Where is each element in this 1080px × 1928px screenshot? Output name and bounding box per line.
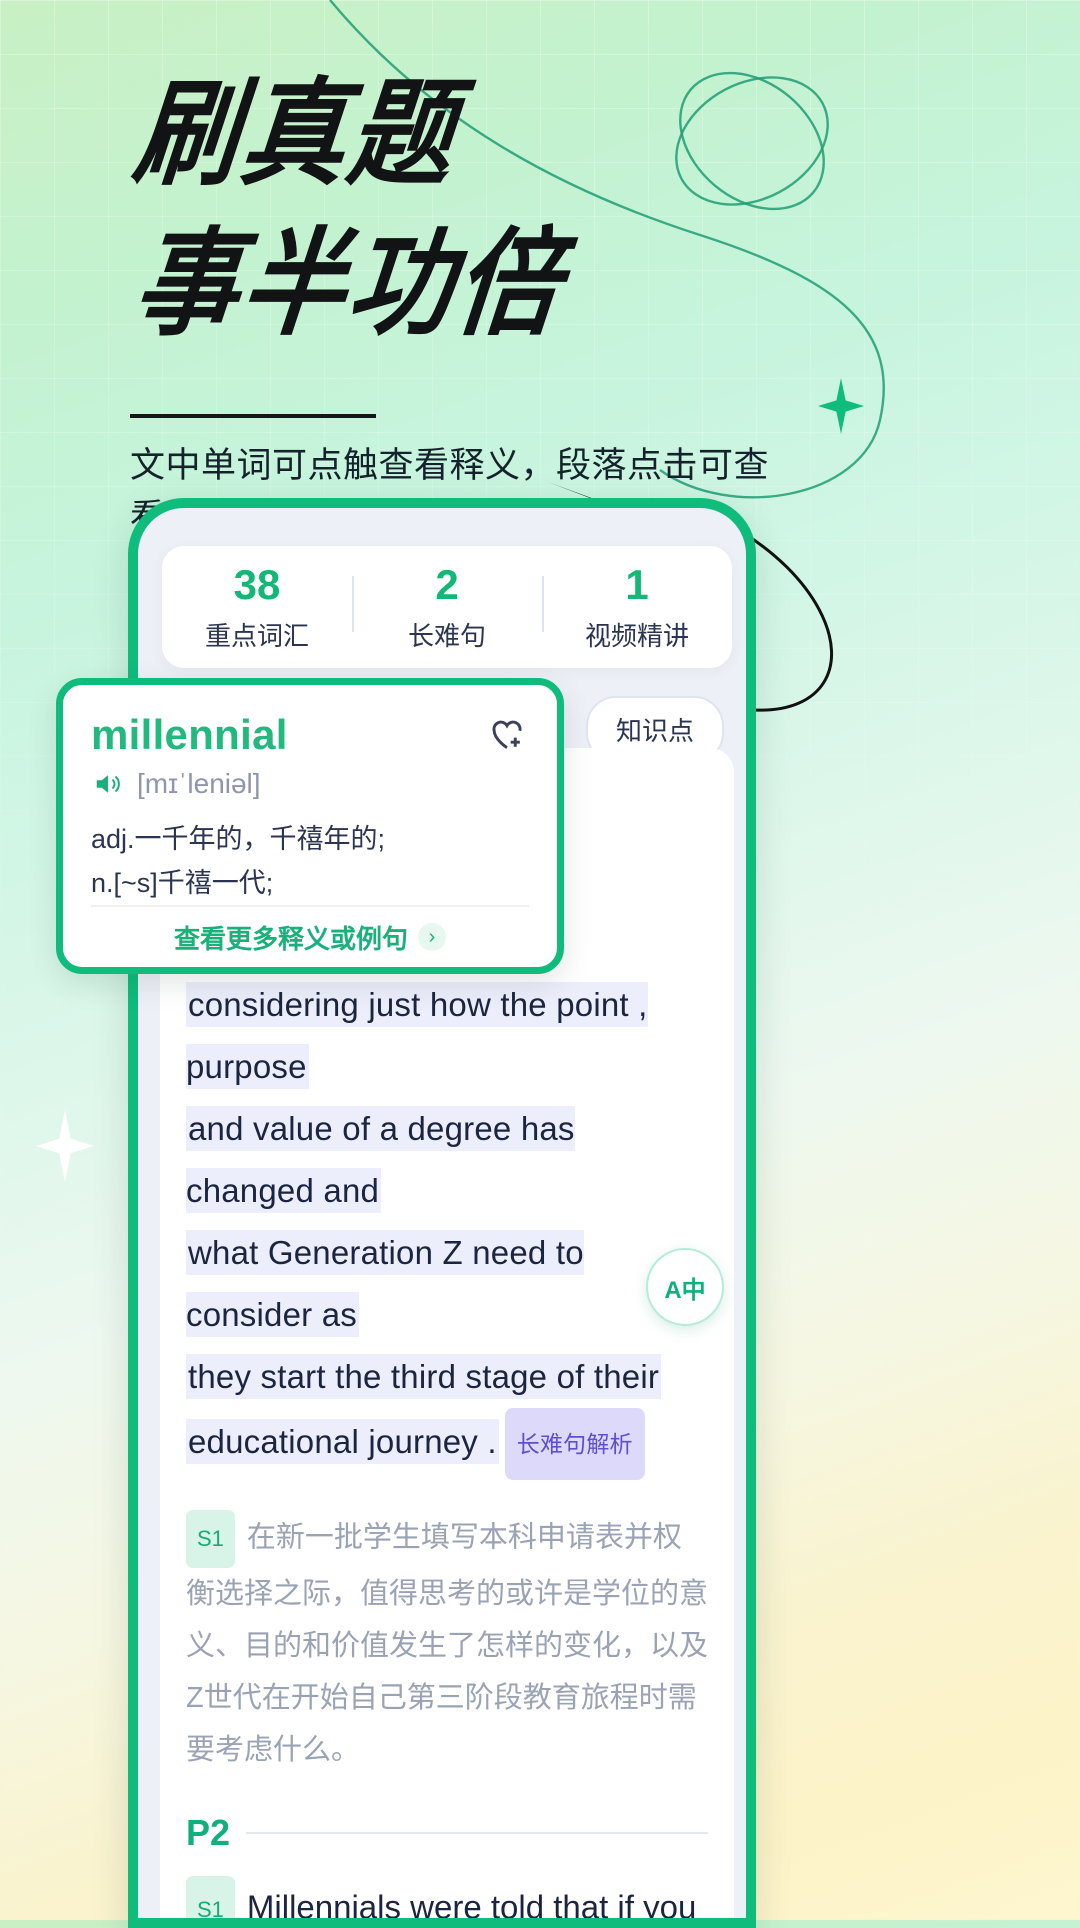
more-definitions-link[interactable]: 查看更多释义或例句 › — [91, 905, 529, 967]
line-fragment: Millennials were told that if you did — [246, 1888, 697, 1926]
stat-value: 38 — [233, 560, 281, 608]
stat-label: 视频精讲 — [584, 620, 689, 651]
dictionary-word: millennial — [91, 711, 288, 758]
translate-button[interactable]: A中 — [646, 1248, 724, 1326]
p2-label: P2 — [186, 1812, 231, 1853]
sparkle-white-icon — [36, 1110, 94, 1182]
stat-video-lessons[interactable]: 1 视频精讲 — [542, 560, 732, 653]
sentence-badge: S1 — [186, 1876, 235, 1918]
stats-card: 38 重点词汇 2 长难句 1 视频精讲 — [162, 546, 732, 668]
definition-noun: n.[~s]千禧一代; — [91, 868, 274, 898]
line-fragment: what Generation Z need to consider as — [186, 1230, 584, 1337]
chevron-right-icon: › — [418, 923, 446, 951]
phonetic-text: [mɪˈleniəl] — [137, 768, 261, 799]
paragraph-heading-p2: P2 — [186, 1812, 708, 1854]
translation-text: 在新一批学生填写本科申请表并权衡选择之际，值得思考的或许是学位的意义、目的和价值… — [186, 1521, 709, 1766]
sentence-badge: S1 — [186, 1510, 235, 1568]
hero-divider-top — [130, 414, 376, 418]
heart-plus-icon[interactable] — [485, 711, 529, 760]
stat-long-sentences[interactable]: 2 长难句 — [352, 560, 542, 653]
dictionary-pronunciation[interactable]: [mɪˈleniəl] — [91, 768, 529, 800]
hero-headline-line1: 刷真题 — [127, 65, 464, 203]
paragraph-p2-english[interactable]: S1Millennials were told that if you did … — [186, 1876, 708, 1926]
stat-value: 1 — [625, 560, 649, 608]
stat-label: 重点词汇 — [204, 620, 309, 651]
stat-vocabulary[interactable]: 38 重点词汇 — [162, 560, 352, 653]
more-definitions-label: 查看更多释义或例句 — [173, 923, 408, 954]
paragraph-translation[interactable]: S1 在新一批学生填写本科申请表并权衡选择之际，值得思考的或许是学位的意义、目的和… — [186, 1510, 708, 1776]
stat-label: 长难句 — [407, 620, 486, 651]
dictionary-header: millennial — [91, 711, 529, 760]
line-fragment: they start the third stage of their — [186, 1354, 662, 1399]
line-fragment: and value of a degree has changed and — [186, 1106, 575, 1213]
hero-headline-line2: 事半功倍 — [127, 215, 571, 353]
line-fragment: considering just how the point , purpose — [186, 982, 648, 1089]
speaker-icon[interactable] — [91, 769, 125, 799]
stat-value: 2 — [435, 560, 459, 608]
heading-divider — [246, 1832, 708, 1834]
dictionary-popup: millennial [mɪˈleniəl] adj.一千年的，千禧年的; n.… — [56, 678, 564, 974]
line-fragment: educational journey . — [186, 1418, 499, 1464]
long-sentence-tag[interactable]: 长难句解析 — [504, 1408, 645, 1480]
definition-adj: adj.一千年的，千禧年的; — [91, 824, 386, 854]
